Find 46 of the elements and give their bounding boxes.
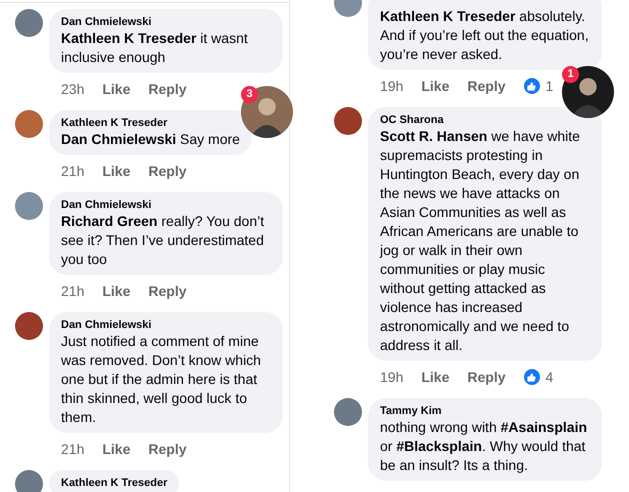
comment-author[interactable]: Kathleen K Treseder: [61, 117, 168, 130]
comment-author[interactable]: OC Sharona: [380, 114, 444, 127]
comment-text: Just notified a comment of mine was removed. Don’t know which one but if the admin here is that thin skinned, well good luck to them.: [61, 332, 262, 427]
avatar[interactable]: [15, 470, 43, 492]
avatar[interactable]: [15, 312, 43, 340]
avatar[interactable]: [334, 107, 362, 135]
reply-link[interactable]: Reply: [148, 80, 186, 98]
avatar[interactable]: [334, 398, 362, 426]
comment-author[interactable]: Dan Chmielewski: [61, 319, 152, 332]
avatar[interactable]: [15, 9, 43, 37]
comment-text: nothing wrong with #Asainsplain or #Blacksplain. Why would that be an insult? Its a thing.: [380, 418, 588, 475]
comment-time: 21h: [61, 282, 84, 300]
comment-text: Kathleen K Treseder absolutely. And if you’re left out the equation, you’re never asked.: [380, 7, 590, 64]
like-link[interactable]: Like: [102, 80, 130, 98]
like-link[interactable]: Like: [421, 77, 450, 95]
comment-time: 23h: [61, 80, 84, 98]
like-link[interactable]: Like: [102, 282, 130, 300]
chat-head[interactable]: 3: [241, 86, 293, 138]
avatar[interactable]: [15, 192, 43, 220]
reply-link[interactable]: Reply: [467, 77, 506, 95]
notification-badge: 3: [241, 86, 258, 103]
like-reaction-icon: [524, 369, 540, 385]
reaction-count: 1: [546, 77, 554, 95]
reply-link[interactable]: Reply: [148, 162, 186, 180]
reply-link[interactable]: Reply: [148, 440, 186, 458]
comment-time: 21h: [61, 440, 84, 458]
comment-author[interactable]: Tammy Kim: [380, 405, 442, 418]
like-link[interactable]: Like: [102, 162, 130, 180]
comment-author[interactable]: Dan Chmielewski: [61, 16, 152, 29]
like-reaction-icon: [524, 78, 540, 94]
comment-text: Richard Green really? You don’t see it? Then I’ve underestimated you too: [61, 212, 266, 269]
chat-head[interactable]: 1: [562, 66, 614, 118]
like-link[interactable]: Like: [102, 440, 130, 458]
reaction-count: 4: [546, 368, 554, 386]
reply-link[interactable]: Reply: [148, 282, 186, 300]
comment-author[interactable]: Dan Chmielewski: [61, 199, 152, 212]
comment-time: 21h: [61, 162, 84, 180]
comment-text: Dan Chmielewski Say more: [61, 130, 240, 149]
avatar[interactable]: [15, 110, 43, 138]
comment-time: 19h: [380, 368, 404, 386]
like-link[interactable]: Like: [421, 368, 450, 386]
reply-link[interactable]: Reply: [467, 368, 506, 386]
comment-time: 19h: [380, 77, 404, 95]
comment-text: Kathleen K Treseder it wasnt inclusive enough: [61, 29, 249, 67]
comment-author[interactable]: Kathleen K Treseder: [61, 477, 168, 490]
comment-text: Scott R. Hansen we have white supremacists protesting in Huntington Beach, every day on the news we have attacks on Asian Communities as well as African Americans are unable to jog or walk in their own communities or play music without getting attacked as violence has increased astronomically and we need to address it all.: [380, 127, 581, 355]
